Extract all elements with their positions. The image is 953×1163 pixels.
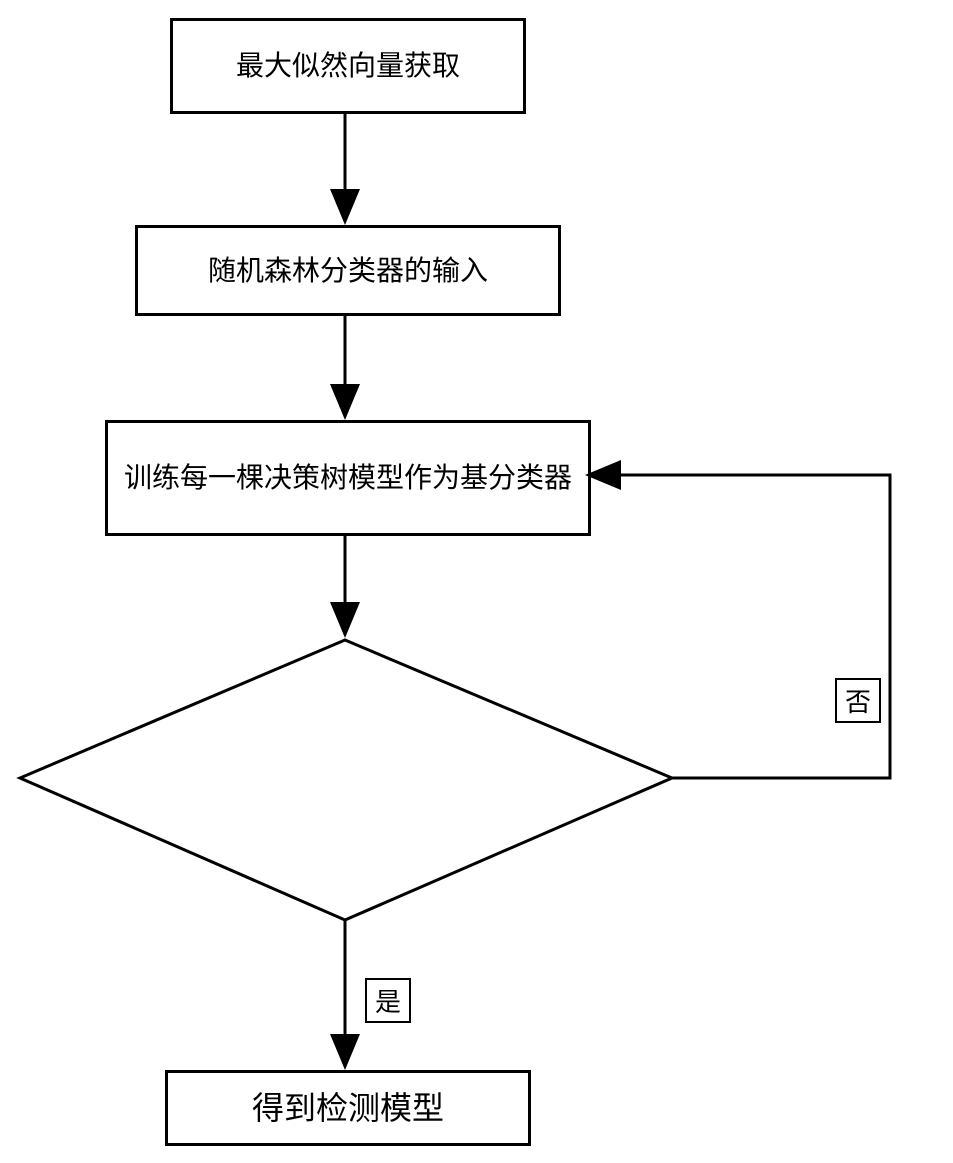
- process-box-3: 训练每一棵决策树模型作为基分类器: [105, 420, 591, 536]
- process-box-1-text: 最大似然向量获取: [236, 46, 460, 85]
- process-box-1: 最大似然向量获取: [170, 18, 526, 114]
- no-label: 否: [835, 678, 881, 723]
- process-box-2-text: 随机森林分类器的输入: [208, 251, 488, 290]
- process-box-3-text: 训练每一棵决策树模型作为基分类器: [124, 458, 572, 497]
- decision-diamond: [20, 640, 672, 920]
- decision-text: 判定基分类器是否等于设定值: [165, 745, 525, 823]
- yes-label: 是: [365, 978, 411, 1023]
- arrow-no: [588, 475, 890, 778]
- end-box: 得到检测模型: [165, 1070, 531, 1146]
- process-box-2: 随机森林分类器的输入: [135, 225, 561, 316]
- end-box-text: 得到检测模型: [252, 1086, 444, 1131]
